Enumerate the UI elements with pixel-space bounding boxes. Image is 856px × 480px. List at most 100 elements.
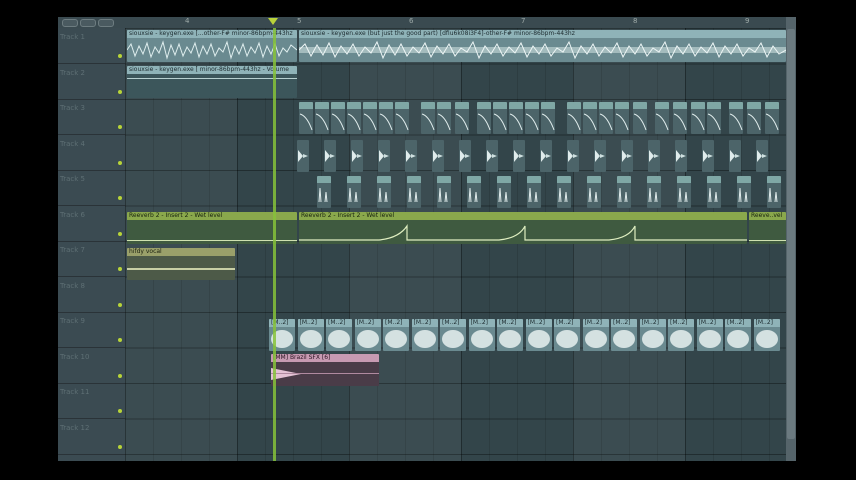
slide-pattern[interactable] — [437, 102, 451, 134]
hat-pattern[interactable] — [677, 176, 691, 208]
hat-pattern[interactable] — [497, 176, 511, 208]
kick-pattern[interactable] — [648, 140, 660, 172]
track-header[interactable]: Track 12 — [58, 419, 125, 455]
slide-pattern[interactable] — [395, 102, 409, 134]
slide-pattern[interactable] — [299, 102, 313, 134]
slide-pattern[interactable] — [541, 102, 555, 134]
scrollbar-thumb[interactable] — [787, 29, 795, 439]
kick-pattern[interactable] — [675, 140, 687, 172]
kick-pattern[interactable] — [729, 140, 741, 172]
volume-automation-clip[interactable]: siouxsie - keygen.exe [ minor-86bpm-443h… — [127, 66, 297, 98]
slide-pattern[interactable] — [583, 102, 597, 134]
track-header[interactable]: Track 9 — [58, 312, 125, 348]
hat-pattern[interactable] — [317, 176, 331, 208]
hat-pattern[interactable] — [407, 176, 421, 208]
hat-pattern[interactable] — [767, 176, 781, 208]
kick-pattern[interactable] — [540, 140, 552, 172]
kick-pattern[interactable] — [324, 140, 336, 172]
slide-pattern[interactable] — [347, 102, 361, 134]
slide-pattern[interactable] — [747, 102, 761, 134]
hat-pattern[interactable] — [557, 176, 571, 208]
track-led-icon[interactable] — [118, 231, 122, 236]
loop-clip[interactable]: [M..2] — [354, 319, 381, 351]
slide-pattern[interactable] — [493, 102, 507, 134]
loop-clip[interactable]: [M..2] — [753, 319, 780, 351]
reverb-automation-clip[interactable]: Reeve..vel — [749, 212, 786, 244]
vocal-clip[interactable]: hifdy vocal — [127, 248, 235, 280]
toolbar-tool-button[interactable] — [80, 19, 96, 27]
audio-clip[interactable]: siouxsie - keygen.exe (but just the good… — [299, 30, 786, 62]
kick-pattern[interactable] — [621, 140, 633, 172]
kick-pattern[interactable] — [378, 140, 390, 172]
slide-pattern[interactable] — [315, 102, 329, 134]
loop-clip[interactable]: [M..2] — [554, 319, 580, 351]
loop-clip[interactable]: [M..2] — [696, 319, 723, 351]
track-header[interactable]: Track 8 — [58, 277, 125, 313]
track-header[interactable]: Track 7 — [58, 241, 125, 277]
track-header[interactable]: Track 2 — [58, 64, 125, 100]
hat-pattern[interactable] — [737, 176, 751, 208]
kick-pattern[interactable] — [756, 140, 768, 172]
track-led-icon[interactable] — [118, 338, 122, 342]
kick-pattern[interactable] — [702, 140, 714, 172]
slide-pattern[interactable] — [379, 102, 393, 134]
slide-pattern[interactable] — [477, 102, 491, 134]
hat-pattern[interactable] — [377, 176, 391, 208]
play-marker-icon[interactable] — [268, 18, 278, 25]
timeline-ruler[interactable]: 4 5 6 7 8 9 — [125, 17, 786, 28]
slide-pattern[interactable] — [729, 102, 743, 134]
kick-pattern[interactable] — [567, 140, 579, 172]
kick-pattern[interactable] — [459, 140, 471, 172]
track-led-icon[interactable] — [118, 444, 122, 449]
slide-pattern[interactable] — [421, 102, 435, 134]
kick-pattern[interactable] — [432, 140, 444, 172]
loop-clip[interactable]: [M..2] — [383, 319, 409, 351]
loop-clip[interactable]: [M..2] — [639, 319, 666, 351]
slide-pattern[interactable] — [691, 102, 705, 134]
playlist-grid[interactable]: siouxsie - keygen.exe [...other-F# minor… — [125, 28, 786, 461]
slide-pattern[interactable] — [615, 102, 629, 134]
hat-pattern[interactable] — [437, 176, 451, 208]
loop-clip[interactable]: [M..2] — [326, 319, 352, 351]
sfx-clip[interactable]: [MM] Brazil SFX [6] — [271, 354, 379, 386]
slide-pattern[interactable] — [509, 102, 523, 134]
track-led-icon[interactable] — [118, 54, 122, 58]
track-header[interactable]: Track 1 — [58, 28, 125, 64]
hat-pattern[interactable] — [707, 176, 721, 208]
track-header[interactable]: Track 3 — [58, 99, 125, 135]
track-led-icon[interactable] — [118, 373, 122, 378]
track-led-icon[interactable] — [118, 409, 122, 413]
loop-clip[interactable]: [M..2] — [525, 319, 552, 351]
reverb-automation-clip[interactable]: Reeverb 2 - Insert 2 - Wet level — [127, 212, 297, 244]
kick-pattern[interactable] — [486, 140, 498, 172]
loop-clip[interactable]: [M..2] — [497, 319, 523, 351]
slide-pattern[interactable] — [455, 102, 469, 134]
hat-pattern[interactable] — [587, 176, 601, 208]
hat-pattern[interactable] — [347, 176, 361, 208]
slide-pattern[interactable] — [363, 102, 377, 134]
track-led-icon[interactable] — [118, 302, 122, 307]
slide-pattern[interactable] — [567, 102, 581, 134]
track-header[interactable]: Track 4 — [58, 135, 125, 171]
hat-pattern[interactable] — [617, 176, 631, 208]
loop-clip[interactable]: [M..2] — [582, 319, 609, 351]
kick-pattern[interactable] — [351, 140, 363, 172]
slide-pattern[interactable] — [633, 102, 647, 134]
track-led-icon[interactable] — [118, 160, 122, 165]
slide-pattern[interactable] — [599, 102, 613, 134]
slide-pattern[interactable] — [707, 102, 721, 134]
slide-pattern[interactable] — [331, 102, 345, 134]
track-header[interactable]: Track 5 — [58, 170, 125, 206]
track-header[interactable]: Track 11 — [58, 383, 125, 419]
vertical-scrollbar[interactable] — [786, 17, 796, 461]
loop-clip[interactable]: [M..2] — [468, 319, 495, 351]
track-led-icon[interactable] — [118, 89, 122, 94]
track-header[interactable]: Track 10 — [58, 348, 125, 384]
hat-pattern[interactable] — [527, 176, 541, 208]
track-led-icon[interactable] — [118, 267, 122, 271]
track-led-icon[interactable] — [118, 125, 122, 129]
track-header[interactable]: Track 6 — [58, 206, 125, 242]
loop-clip[interactable]: [M..2] — [611, 319, 637, 351]
loop-clip[interactable]: [M..2] — [411, 319, 438, 351]
slide-pattern[interactable] — [673, 102, 687, 134]
